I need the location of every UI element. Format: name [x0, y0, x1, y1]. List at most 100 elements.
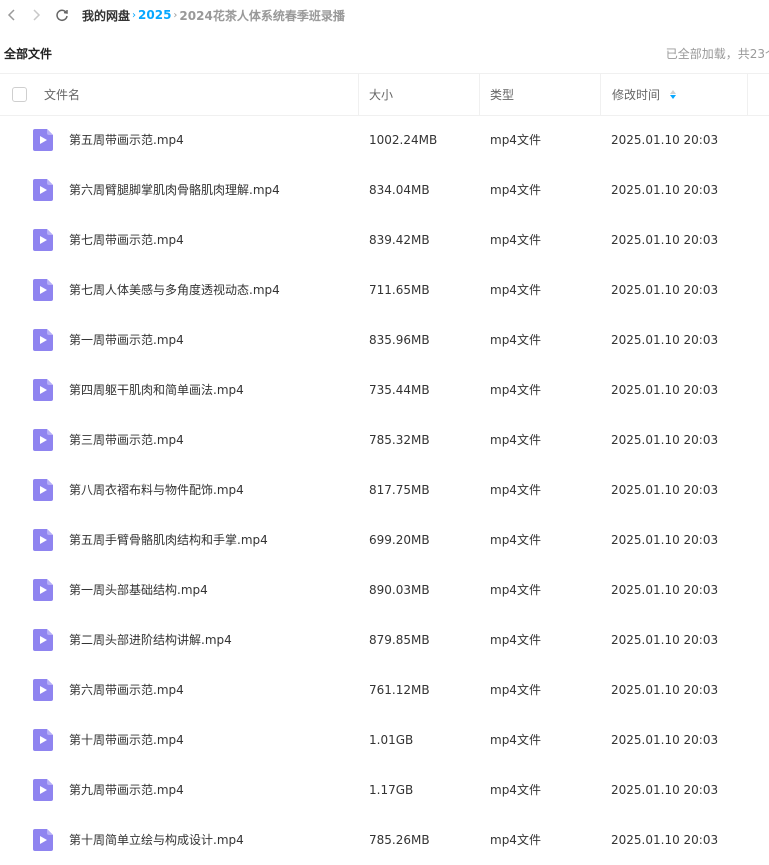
- file-modified-time: 2025.01.10 20:03: [611, 283, 719, 297]
- file-name[interactable]: 第一周带画示范.mp4: [69, 315, 184, 365]
- refresh-icon: [56, 9, 68, 22]
- file-name[interactable]: 第二周头部进阶结构讲解.mp4: [69, 615, 232, 665]
- video-file-icon: [33, 129, 53, 151]
- video-file-icon: [33, 629, 53, 651]
- breadcrumb-folder-2025[interactable]: 2025: [138, 8, 171, 22]
- column-header-name[interactable]: 文件名: [44, 74, 80, 115]
- table-row[interactable]: 第八周衣褶布料与物件配饰.mp4 817.75MB mp4文件 2025.01.10 …: [0, 465, 769, 515]
- chevron-right-icon: [33, 9, 41, 21]
- file-type: mp4文件: [490, 133, 541, 147]
- video-file-icon: [33, 179, 53, 201]
- back-button[interactable]: [4, 7, 20, 23]
- refresh-button[interactable]: [54, 7, 70, 23]
- file-type: mp4文件: [490, 383, 541, 397]
- file-size: 839.42MB: [369, 233, 430, 247]
- file-size: 711.65MB: [369, 283, 430, 297]
- file-modified-time: 2025.01.10 20:03: [611, 783, 719, 797]
- table-row[interactable]: 第七周人体美感与多角度透视动态.mp4 711.65MB mp4文件 2025.01.…: [0, 265, 769, 315]
- file-list: 第五周带画示范.mp4 1002.24MB mp4文件 2025.01.10 20:0…: [0, 115, 769, 865]
- column-header-extra: [747, 74, 768, 115]
- file-list-header: 全部文件 已全部加载，共23个: [0, 38, 769, 68]
- file-size: 890.03MB: [369, 583, 430, 597]
- file-size: 835.96MB: [369, 333, 430, 347]
- file-name[interactable]: 第七周带画示范.mp4: [69, 215, 184, 265]
- file-type: mp4文件: [490, 233, 541, 247]
- file-size: 817.75MB: [369, 483, 430, 497]
- file-modified-time: 2025.01.10 20:03: [611, 433, 719, 447]
- file-type: mp4文件: [490, 783, 541, 797]
- column-header-size[interactable]: 大小: [358, 74, 479, 115]
- table-row[interactable]: 第三周带画示范.mp4 785.32MB mp4文件 2025.01.10 20:03: [0, 415, 769, 465]
- file-modified-time: 2025.01.10 20:03: [611, 533, 719, 547]
- file-name[interactable]: 第七周人体美感与多角度透视动态.mp4: [69, 265, 280, 315]
- file-name[interactable]: 第九周带画示范.mp4: [69, 765, 184, 815]
- table-row[interactable]: 第七周带画示范.mp4 839.42MB mp4文件 2025.01.10 20:03: [0, 215, 769, 265]
- file-modified-time: 2025.01.10 20:03: [611, 683, 719, 697]
- table-row[interactable]: 第十周简单立绘与构成设计.mp4 785.26MB mp4文件 2025.01.10 …: [0, 815, 769, 865]
- file-name[interactable]: 第四周躯干肌肉和简单画法.mp4: [69, 365, 244, 415]
- file-size: 834.04MB: [369, 183, 430, 197]
- file-type: mp4文件: [490, 633, 541, 647]
- file-name[interactable]: 第五周带画示范.mp4: [69, 115, 184, 165]
- video-file-icon: [33, 329, 53, 351]
- column-header-name-label: 文件名: [44, 88, 81, 102]
- file-modified-time: 2025.01.10 20:03: [611, 133, 719, 147]
- column-header-type-label: 类型: [490, 88, 515, 102]
- file-name[interactable]: 第六周带画示范.mp4: [69, 665, 184, 715]
- breadcrumb-root[interactable]: 我的网盘: [82, 7, 130, 24]
- file-modified-time: 2025.01.10 20:03: [611, 233, 719, 247]
- file-name[interactable]: 第三周带画示范.mp4: [69, 415, 184, 465]
- file-name[interactable]: 第十周带画示范.mp4: [69, 715, 184, 765]
- table-row[interactable]: 第四周躯干肌肉和简单画法.mp4 735.44MB mp4文件 2025.01.10 …: [0, 365, 769, 415]
- table-row[interactable]: 第十周带画示范.mp4 1.01GB mp4文件 2025.01.10 20:03: [0, 715, 769, 765]
- breadcrumb-separator-icon: ›: [132, 9, 137, 21]
- file-type: mp4文件: [490, 533, 541, 547]
- sort-indicator-icon[interactable]: [670, 90, 677, 99]
- file-size: 785.32MB: [369, 433, 430, 447]
- file-count-status: 已全部加载，共23个: [665, 46, 769, 61]
- file-name[interactable]: 第一周头部基础结构.mp4: [69, 565, 208, 615]
- file-size: 879.85MB: [369, 633, 430, 647]
- file-size: 1002.24MB: [369, 133, 438, 147]
- file-name[interactable]: 第八周衣褶布料与物件配饰.mp4: [69, 465, 244, 515]
- file-modified-time: 2025.01.10 20:03: [611, 633, 719, 647]
- video-file-icon: [33, 729, 53, 751]
- breadcrumb-current-folder: 2024花茶人体系统春季班录播: [179, 8, 345, 23]
- table-row[interactable]: 第五周带画示范.mp4 1002.24MB mp4文件 2025.01.10 20:0…: [0, 115, 769, 165]
- video-file-icon: [33, 379, 53, 401]
- table-row[interactable]: 第九周带画示范.mp4 1.17GB mp4文件 2025.01.10 20:03: [0, 765, 769, 815]
- file-size: 1.01GB: [369, 733, 414, 747]
- table-row[interactable]: 第六周臂腿脚掌肌肉骨骼肌肉理解.mp4 834.04MB mp4文件 2025.01.…: [0, 165, 769, 215]
- chevron-left-icon: [7, 9, 15, 21]
- video-file-icon: [33, 829, 53, 851]
- table-row[interactable]: 第二周头部进阶结构讲解.mp4 879.85MB mp4文件 2025.01.10 2…: [0, 615, 769, 665]
- table-header: 文件名 大小 类型 修改时间: [0, 73, 769, 116]
- file-type: mp4文件: [490, 733, 541, 747]
- file-modified-time: 2025.01.10 20:03: [611, 733, 719, 747]
- column-header-size-label: 大小: [369, 88, 394, 102]
- table-row[interactable]: 第五周手臂骨骼肌肉结构和手掌.mp4 699.20MB mp4文件 2025.01.1…: [0, 515, 769, 565]
- file-size: 699.20MB: [369, 533, 430, 547]
- column-header-modified[interactable]: 修改时间: [600, 74, 748, 115]
- file-size: 1.17GB: [369, 783, 414, 797]
- file-type: mp4文件: [490, 683, 541, 697]
- file-type: mp4文件: [490, 483, 541, 497]
- file-type: mp4文件: [490, 433, 541, 447]
- video-file-icon: [33, 529, 53, 551]
- column-header-type[interactable]: 类型: [479, 74, 600, 115]
- file-type: mp4文件: [490, 833, 541, 847]
- file-modified-time: 2025.01.10 20:03: [611, 483, 719, 497]
- forward-button[interactable]: [28, 7, 44, 23]
- video-file-icon: [33, 779, 53, 801]
- file-size: 735.44MB: [369, 383, 430, 397]
- table-row[interactable]: 第一周头部基础结构.mp4 890.03MB mp4文件 2025.01.10 20:…: [0, 565, 769, 615]
- file-modified-time: 2025.01.10 20:03: [611, 583, 719, 597]
- video-file-icon: [33, 279, 53, 301]
- table-row[interactable]: 第一周带画示范.mp4 835.96MB mp4文件 2025.01.10 20:03: [0, 315, 769, 365]
- file-name[interactable]: 第六周臂腿脚掌肌肉骨骼肌肉理解.mp4: [69, 165, 280, 215]
- video-file-icon: [33, 679, 53, 701]
- table-row[interactable]: 第六周带画示范.mp4 761.12MB mp4文件 2025.01.10 20:03: [0, 665, 769, 715]
- file-name[interactable]: 第五周手臂骨骼肌肉结构和手掌.mp4: [69, 515, 268, 565]
- select-all-checkbox[interactable]: [12, 87, 27, 102]
- file-name[interactable]: 第十周简单立绘与构成设计.mp4: [69, 815, 244, 865]
